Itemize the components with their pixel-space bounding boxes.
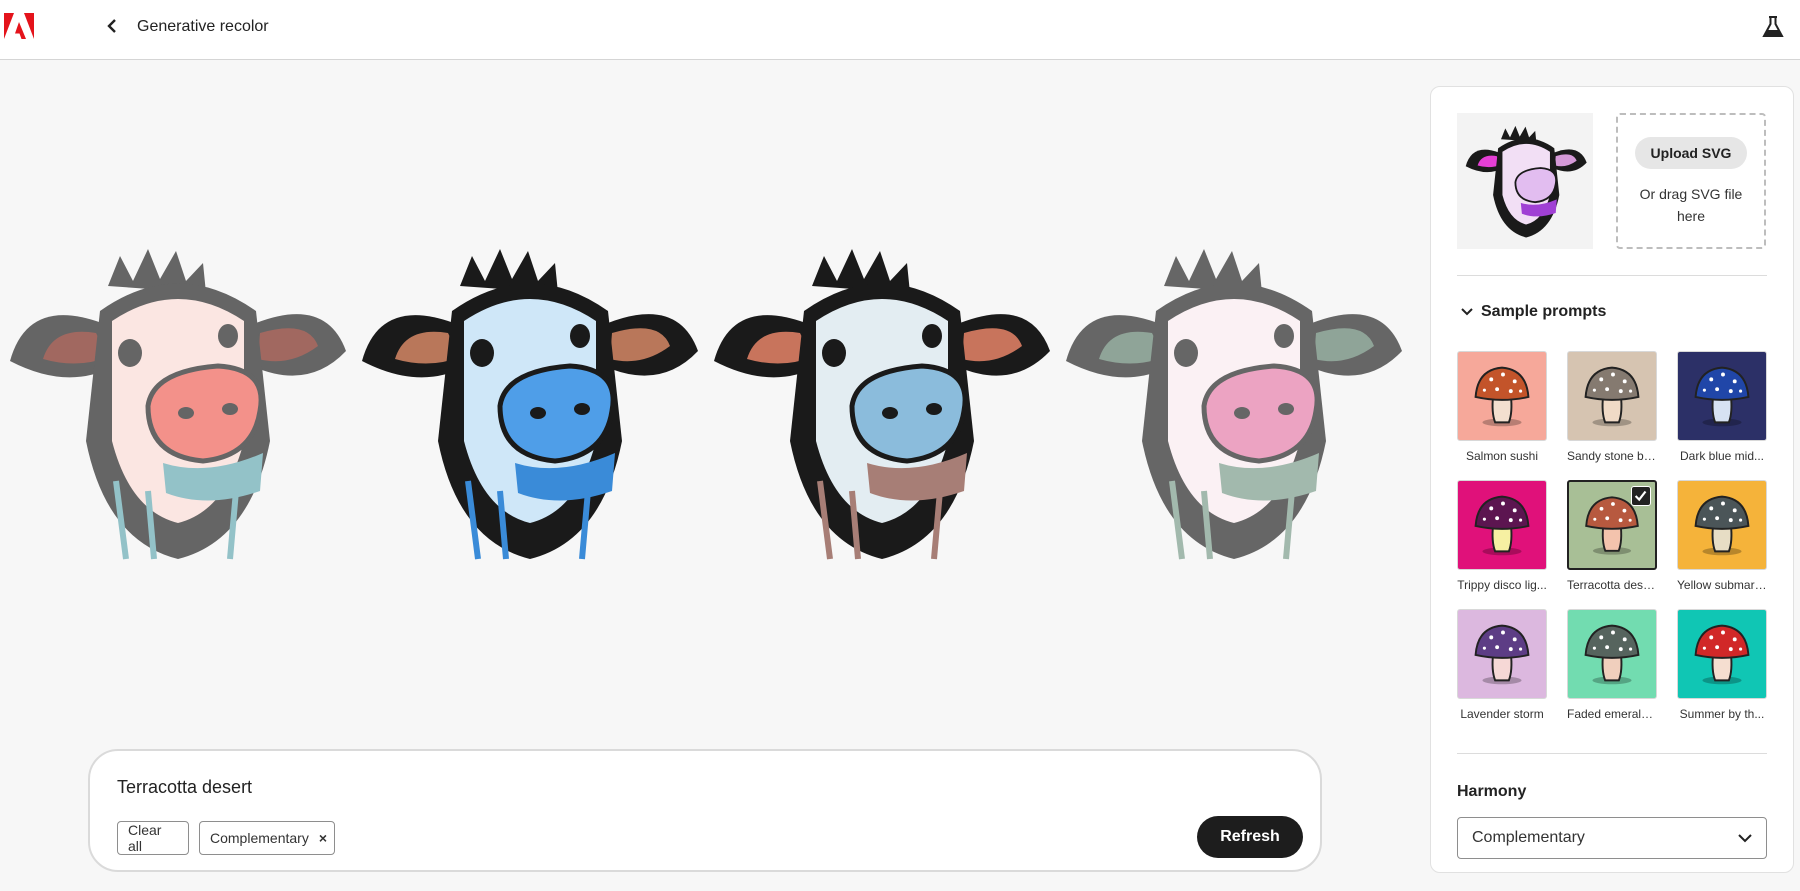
mushroom-icon	[1474, 366, 1530, 427]
sample-prompt-thumbnail	[1567, 609, 1657, 699]
upload-svg-button[interactable]: Upload SVG	[1634, 137, 1748, 169]
upload-dropzone[interactable]: Upload SVG Or drag SVG file here	[1616, 113, 1766, 249]
sample-prompt-tile[interactable]: Terracotta desert	[1567, 480, 1657, 592]
chevron-down-icon	[1461, 308, 1473, 316]
sample-prompts-heading: Sample prompts	[1481, 303, 1607, 320]
sample-prompt-label: Sandy stone be...	[1567, 449, 1657, 463]
back-button[interactable]	[102, 14, 122, 38]
settings-panel: Upload SVG Or drag SVG file here Sample …	[1430, 86, 1794, 873]
sample-prompt-label: Trippy disco lig...	[1457, 578, 1547, 592]
refresh-button[interactable]: Refresh	[1197, 816, 1303, 858]
chevron-down-icon	[1738, 833, 1752, 842]
mushroom-icon	[1584, 366, 1640, 427]
mushroom-icon	[1584, 624, 1640, 685]
sample-prompt-thumbnail	[1567, 351, 1657, 441]
sample-prompt-label: Dark blue mid...	[1679, 449, 1765, 463]
divider	[1457, 753, 1767, 754]
source-image-preview	[1457, 113, 1593, 249]
flask-icon[interactable]	[1760, 14, 1786, 40]
sample-prompt-tile[interactable]: Sandy stone be...	[1567, 351, 1657, 463]
cow-variant-2[interactable]	[360, 241, 700, 561]
cow-illustration	[714, 249, 1050, 560]
sample-prompt-thumbnail	[1677, 351, 1767, 441]
sample-prompt-thumbnail	[1677, 609, 1767, 699]
divider	[1457, 275, 1767, 276]
cow-variant-3[interactable]	[712, 241, 1052, 561]
sample-prompt-label: Yellow submari...	[1677, 578, 1767, 592]
harmony-label: Harmony	[1457, 783, 1527, 800]
sample-prompt-label: Faded emerald...	[1567, 707, 1657, 721]
sample-prompt-label: Summer by th...	[1679, 707, 1765, 721]
canvas: Terracotta desert Clear all Complementar…	[0, 61, 1420, 891]
cow-illustration	[1066, 249, 1402, 560]
chevron-left-icon	[107, 19, 116, 33]
sample-prompt-thumbnail	[1457, 609, 1547, 699]
mushroom-icon	[1694, 366, 1750, 427]
close-icon[interactable]: ×	[319, 830, 327, 846]
page-title: Generative recolor	[137, 18, 269, 35]
adobe-logo[interactable]	[4, 13, 34, 39]
harmony-chip-label: Complementary	[210, 830, 309, 846]
sample-prompt-tile[interactable]: Trippy disco lig...	[1457, 480, 1547, 592]
cow-illustration	[362, 249, 698, 560]
sample-prompt-thumbnail	[1567, 480, 1657, 570]
sample-prompt-tile[interactable]: Lavender storm	[1457, 609, 1547, 721]
sample-prompt-label: Lavender storm	[1460, 707, 1544, 721]
upload-hint: Or drag SVG file here	[1639, 186, 1743, 224]
cow-variant-4[interactable]	[1064, 241, 1404, 561]
mushroom-icon	[1694, 495, 1750, 556]
cow-variant-1[interactable]	[8, 241, 348, 561]
mushroom-icon	[1474, 624, 1530, 685]
sample-prompt-tile[interactable]: Summer by th...	[1677, 609, 1767, 721]
cow-illustration	[10, 249, 346, 560]
prompt-input[interactable]: Terracotta desert	[117, 777, 252, 798]
sample-prompt-thumbnail	[1677, 480, 1767, 570]
sample-prompt-tile[interactable]: Yellow submari...	[1677, 480, 1767, 592]
harmony-chip[interactable]: Complementary ×	[199, 821, 335, 855]
mushroom-icon	[1694, 624, 1750, 685]
sample-prompt-thumbnail	[1457, 351, 1547, 441]
prompt-box[interactable]: Terracotta desert Clear all Complementar…	[88, 749, 1322, 872]
sample-prompt-label: Terracotta desert	[1567, 578, 1657, 592]
checkmark-icon	[1631, 486, 1651, 506]
sample-prompt-thumbnail	[1457, 480, 1547, 570]
mushroom-icon	[1474, 495, 1530, 556]
clear-all-button[interactable]: Clear all	[117, 821, 189, 855]
sample-prompt-tile[interactable]: Salmon sushi	[1457, 351, 1547, 463]
harmony-select[interactable]: Complementary	[1457, 817, 1767, 859]
sample-prompt-tile[interactable]: Dark blue mid...	[1677, 351, 1767, 463]
sample-prompts-toggle[interactable]: Sample prompts	[1461, 303, 1606, 321]
harmony-select-value: Complementary	[1472, 829, 1585, 846]
top-bar: Generative recolor	[0, 0, 1800, 60]
sample-prompt-label: Salmon sushi	[1465, 449, 1539, 463]
sample-prompt-tile[interactable]: Faded emerald...	[1567, 609, 1657, 721]
